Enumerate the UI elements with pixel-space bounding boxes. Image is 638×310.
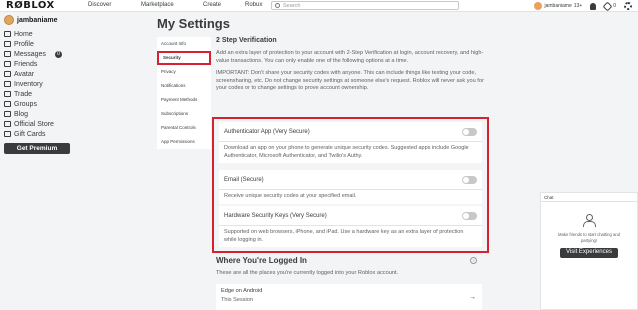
topbar-username: jambaniame [544, 3, 572, 9]
nav-robux[interactable]: Robux [245, 2, 262, 8]
messages-icon [4, 51, 11, 57]
sidebar-item-messages[interactable]: Messages 0 [4, 49, 72, 59]
sidebar-item-label: Trade [14, 90, 33, 98]
option-title: Hardware Security Keys (Very Secure) [224, 212, 327, 219]
sidebar-item-trade[interactable]: Trade [4, 89, 72, 99]
info-icon[interactable]: ? [470, 257, 477, 264]
profile-icon [4, 41, 11, 47]
session-card[interactable]: Edge on Android This Session → [216, 284, 482, 310]
friends-icon [4, 61, 11, 67]
trade-icon [4, 91, 11, 97]
avatar [4, 15, 14, 25]
friends-icon [583, 214, 596, 227]
sidebar-item-home[interactable]: Home [4, 29, 72, 39]
robux-count: 0 [613, 3, 616, 9]
tab-app-permissions[interactable]: App Permissions [157, 135, 211, 149]
two-step-important: IMPORTANT: Don't share your security cod… [216, 70, 484, 91]
sidebar-item-friends[interactable]: Friends [4, 59, 72, 69]
tab-privacy[interactable]: Privacy [157, 65, 211, 79]
top-navigation-bar: RØBLOX Discover Marketplace Create Robux… [0, 0, 638, 12]
store-icon [4, 121, 11, 127]
authenticator-toggle[interactable] [462, 127, 477, 136]
blog-icon [4, 111, 11, 117]
sidebar-item-label: Official Store [14, 120, 54, 128]
gear-icon[interactable] [624, 2, 632, 10]
robux-icon [602, 1, 613, 11]
sidebar-item-label: Profile [14, 40, 34, 48]
nav-marketplace[interactable]: Marketplace [141, 2, 174, 8]
sidebar-item-profile[interactable]: Profile [4, 39, 72, 49]
tab-security[interactable]: Security [157, 51, 211, 65]
logged-in-description: These are all the places you're currentl… [216, 270, 399, 276]
arrow-right-icon[interactable]: → [469, 294, 476, 301]
chat-panel: Chat Make friends to start chatting and … [540, 192, 638, 310]
session-label: This Session [221, 297, 254, 303]
top-right-controls: jambaniame 13+ 0 [534, 1, 632, 11]
search-icon [275, 3, 280, 8]
inventory-icon [4, 81, 11, 87]
search-placeholder: Search [283, 2, 301, 9]
tab-account-info[interactable]: Account Info [157, 37, 211, 51]
section-title: 2 Step Verification [216, 37, 277, 44]
avatar-icon [534, 2, 543, 10]
logged-in-title: Where You're Logged In [216, 256, 307, 265]
robux-balance[interactable]: 0 [602, 1, 616, 11]
left-sidebar: jambaniame Home Profile Messages 0 Friend… [0, 12, 76, 310]
option-title: Email (Secure) [224, 176, 264, 183]
sidebar-item-avatar[interactable]: Avatar [4, 69, 72, 79]
option-title: Authenticator App (Very Secure) [224, 128, 310, 135]
two-step-intro: Add an extra layer of protection to your… [216, 50, 484, 64]
search-input[interactable]: Search [271, 1, 459, 10]
sidebar-item-inventory[interactable]: Inventory [4, 79, 72, 89]
option-description: Download an app on your phone to generat… [224, 145, 469, 159]
sidebar-item-label: Gift Cards [14, 130, 46, 138]
sidebar-item-groups[interactable]: Groups [4, 99, 72, 109]
device-name: Edge on Android [221, 288, 263, 294]
option-authenticator-app: Authenticator App (Very Secure) Download… [219, 122, 482, 163]
chat-empty-message: Make friends to start chatting and party… [558, 232, 620, 243]
sidebar-item-label: Blog [14, 110, 29, 118]
sidebar-item-label: Avatar [14, 70, 35, 78]
chat-header[interactable]: Chat [541, 193, 637, 202]
notifications-bell-icon[interactable] [590, 2, 597, 10]
visit-experiences-button[interactable]: Visit Experiences [560, 248, 618, 258]
two-step-section: 2 Step Verification Add an extra layer o… [216, 37, 484, 98]
email-toggle[interactable] [462, 175, 477, 184]
sidebar-item-label: Groups [14, 100, 37, 108]
sidebar-item-label: Friends [14, 60, 38, 68]
option-email: Email (Secure) Receive unique security c… [219, 170, 482, 204]
two-step-options-highlight: Authenticator App (Very Secure) Download… [212, 117, 489, 253]
option-hardware-keys: Hardware Security Keys (Very Secure) Sup… [219, 206, 482, 247]
nav-create[interactable]: Create [203, 2, 221, 8]
sidebar-username: jambaniame [17, 16, 58, 24]
get-premium-button[interactable]: Get Premium [4, 143, 70, 154]
tab-subscriptions[interactable]: Subscriptions [157, 107, 211, 121]
giftcard-icon [4, 131, 11, 137]
avatar-icon [4, 71, 11, 77]
tab-payment-methods[interactable]: Payment Methods [157, 93, 211, 107]
page-title: My Settings [157, 16, 230, 31]
tab-parental-controls[interactable]: Parental Controls [157, 121, 211, 135]
sidebar-item-gift-cards[interactable]: Gift Cards [4, 129, 72, 139]
age-label: 13+ [573, 3, 583, 9]
sidebar-user[interactable]: jambaniame [4, 15, 72, 25]
sidebar-item-blog[interactable]: Blog [4, 109, 72, 119]
user-menu[interactable]: jambaniame 13+ [534, 2, 582, 10]
option-description: Receive unique security codes at your sp… [224, 193, 357, 199]
sidebar-item-label: Inventory [14, 80, 43, 88]
sidebar-item-label: Home [14, 30, 33, 38]
settings-nav: Account Info Security Privacy Notificati… [157, 37, 211, 149]
sidebar-item-label: Messages [14, 50, 46, 58]
roblox-logo[interactable]: RØBLOX [6, 0, 68, 12]
home-icon [4, 31, 11, 37]
option-description: Supported on web browsers, iPhone, and i… [224, 229, 464, 243]
messages-count-badge: 0 [55, 50, 62, 58]
tab-notifications[interactable]: Notifications [157, 79, 211, 93]
sidebar-item-official-store[interactable]: Official Store [4, 119, 72, 129]
groups-icon [4, 101, 11, 107]
nav-discover[interactable]: Discover [88, 2, 111, 8]
hardware-keys-toggle[interactable] [462, 211, 477, 220]
